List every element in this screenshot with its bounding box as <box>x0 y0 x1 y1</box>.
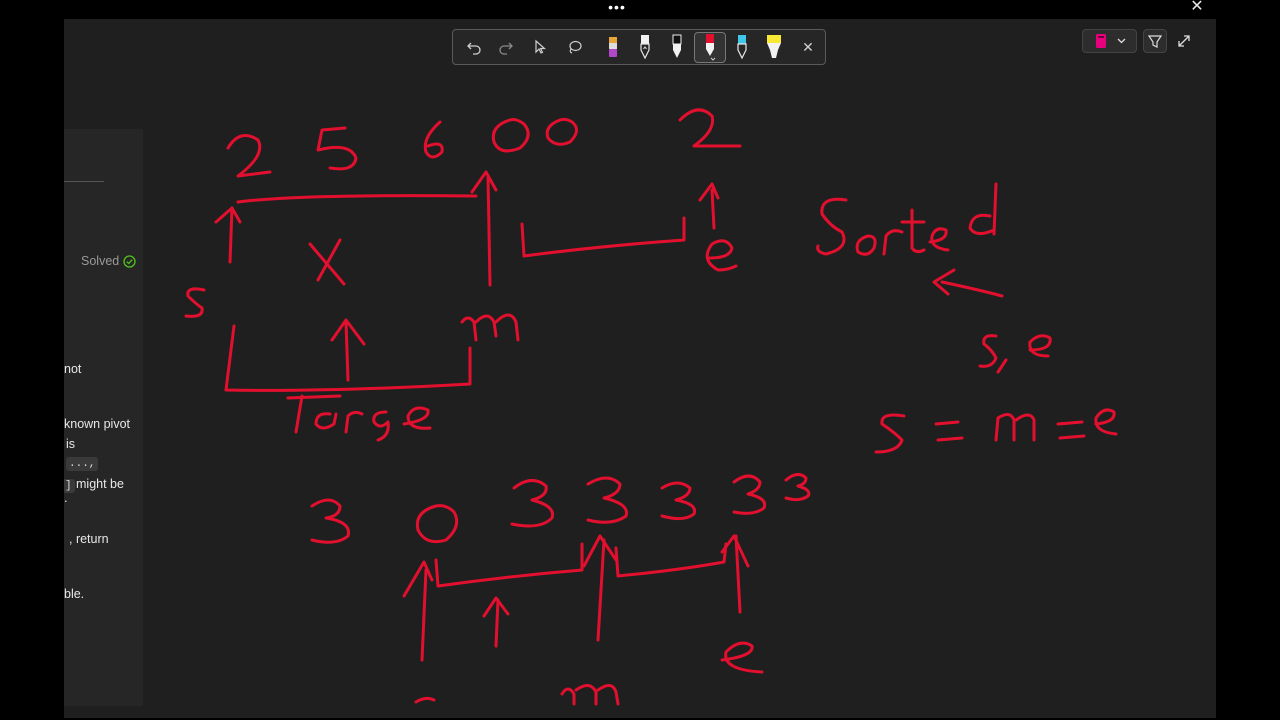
pen-cyan-button[interactable] <box>727 30 757 64</box>
ink-color-dropdown[interactable] <box>1082 29 1137 53</box>
description-line: is <box>66 437 76 451</box>
pen-white-icon <box>640 35 650 60</box>
eraser-tool-button[interactable] <box>598 30 628 64</box>
description-line: not <box>64 362 82 376</box>
touch-pen-icon <box>1148 35 1162 48</box>
window-overflow-menu[interactable]: ••• <box>605 0 629 18</box>
pen-magenta-icon <box>1096 34 1106 48</box>
pen-black-button[interactable] <box>662 30 692 64</box>
pen-white-button[interactable] <box>630 30 660 64</box>
undo-button[interactable] <box>459 30 489 64</box>
eraser-icon <box>609 37 617 57</box>
solved-status: Solved <box>81 254 136 268</box>
select-tool-button[interactable] <box>525 30 555 64</box>
redo-button[interactable] <box>491 30 521 64</box>
lasso-icon <box>569 40 582 54</box>
window-close-button[interactable]: ✕ <box>1186 0 1208 16</box>
redo-icon <box>499 42 513 55</box>
chevron-down-icon <box>1117 38 1126 44</box>
description-line: might be <box>76 477 124 491</box>
solved-label: Solved <box>81 254 120 268</box>
pen-red-icon <box>706 34 716 61</box>
expand-icon <box>1178 35 1190 47</box>
select-icon <box>535 39 547 54</box>
pen-toolbar: ✕ <box>452 29 826 65</box>
pen-black-icon <box>672 34 682 58</box>
problem-description-panel: Solved not known pivot is ..., ] might b… <box>64 129 143 706</box>
highlighter-yellow-button[interactable] <box>758 30 790 64</box>
pen-cyan-icon <box>737 35 747 60</box>
highlighter-yellow-icon <box>767 35 781 58</box>
check-circle-icon <box>123 254 136 268</box>
description-line: , return <box>69 532 109 546</box>
whiteboard-canvas[interactable]: Solved not known pivot is ..., ] might b… <box>64 19 1216 718</box>
touch-writing-button[interactable] <box>1143 29 1167 53</box>
description-line: ble. <box>64 587 85 601</box>
description-line: known pivot <box>64 417 131 431</box>
code-snippet: ..., <box>66 457 99 471</box>
lasso-tool-button[interactable] <box>560 30 590 64</box>
undo-icon <box>467 42 481 55</box>
expand-button[interactable] <box>1174 31 1194 51</box>
description-line: . <box>64 491 68 505</box>
toolbar-close-button[interactable]: ✕ <box>795 30 821 64</box>
divider <box>64 181 104 182</box>
pen-red-button[interactable] <box>695 30 725 64</box>
